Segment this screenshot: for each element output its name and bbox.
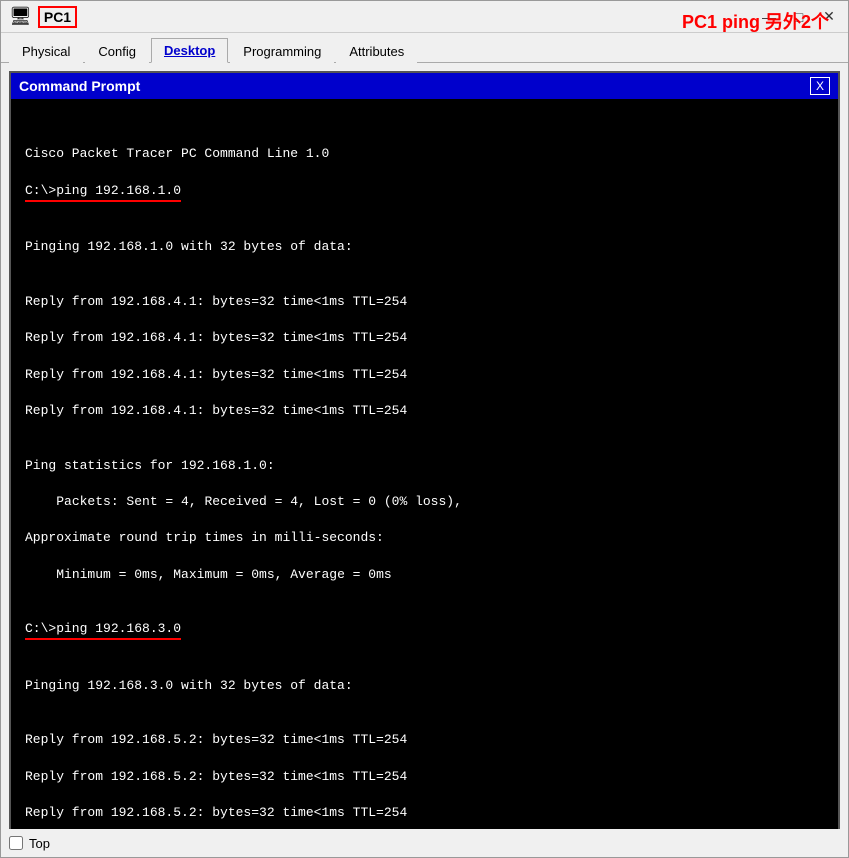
maximize-button[interactable]: □ — [788, 6, 810, 28]
terminal-line-11: Minimum = 0ms, Maximum = 0ms, Average = … — [25, 566, 824, 584]
top-checkbox[interactable] — [9, 836, 23, 850]
terminal-line-9: Packets: Sent = 4, Received = 4, Lost = … — [25, 493, 824, 511]
terminal-line-2: C:\>ping 192.168.1.0 — [25, 182, 824, 202]
terminal-line-4: Reply from 192.168.4.1: bytes=32 time<1m… — [25, 293, 824, 311]
terminal-line-16: Reply from 192.168.5.2: bytes=32 time<1m… — [25, 804, 824, 822]
cmd-title-text: Command Prompt — [19, 78, 140, 94]
title-bar-controls: — □ ✕ — [758, 6, 840, 28]
title-bar: 🖥 PC1 — □ ✕ — [1, 1, 848, 33]
tab-bar: Physical Config Desktop Programming Attr… — [1, 33, 848, 63]
minimize-button[interactable]: — — [758, 6, 780, 28]
terminal-line-1: Cisco Packet Tracer PC Command Line 1.0 — [25, 145, 824, 163]
tab-physical[interactable]: Physical — [9, 39, 83, 63]
terminal-line-6: Reply from 192.168.4.1: bytes=32 time<1m… — [25, 366, 824, 384]
terminal-line-7: Reply from 192.168.4.1: bytes=32 time<1m… — [25, 402, 824, 420]
terminal-line-14: Reply from 192.168.5.2: bytes=32 time<1m… — [25, 731, 824, 749]
terminal-line-12: C:\>ping 192.168.3.0 — [25, 620, 824, 640]
window-title: PC1 — [38, 6, 77, 28]
cmd-ping1: C:\>ping 192.168.1.0 — [25, 182, 181, 202]
command-prompt-window: Command Prompt X Cisco Packet Tracer PC … — [9, 71, 840, 829]
terminal-line-15: Reply from 192.168.5.2: bytes=32 time<1m… — [25, 768, 824, 786]
terminal-line-5: Reply from 192.168.4.1: bytes=32 time<1m… — [25, 329, 824, 347]
tab-programming[interactable]: Programming — [230, 39, 334, 63]
cmd-ping2: C:\>ping 192.168.3.0 — [25, 620, 181, 640]
cmd-close-button[interactable]: X — [810, 77, 830, 95]
top-label: Top — [29, 836, 50, 851]
cmd-body[interactable]: Cisco Packet Tracer PC Command Line 1.0 … — [11, 99, 838, 829]
cmd-title-bar: Command Prompt X — [11, 73, 838, 99]
title-bar-left: 🖥 PC1 — [9, 6, 77, 28]
main-content: Command Prompt X Cisco Packet Tracer PC … — [1, 63, 848, 829]
terminal-line-13: Pinging 192.168.3.0 with 32 bytes of dat… — [25, 677, 824, 695]
tab-config[interactable]: Config — [85, 39, 149, 63]
bottom-bar: Top — [1, 829, 848, 857]
terminal-line-8: Ping statistics for 192.168.1.0: — [25, 457, 824, 475]
close-button[interactable]: ✕ — [818, 6, 840, 28]
terminal-line-10: Approximate round trip times in milli-se… — [25, 529, 824, 547]
tab-attributes[interactable]: Attributes — [336, 39, 417, 63]
terminal-line-3: Pinging 192.168.1.0 with 32 bytes of dat… — [25, 238, 824, 256]
main-window: 🖥 PC1 — □ ✕ PC1 ping 另外2个 Physical Confi… — [0, 0, 849, 858]
window-icon: 🖥 — [9, 6, 32, 27]
tab-desktop[interactable]: Desktop — [151, 38, 228, 63]
